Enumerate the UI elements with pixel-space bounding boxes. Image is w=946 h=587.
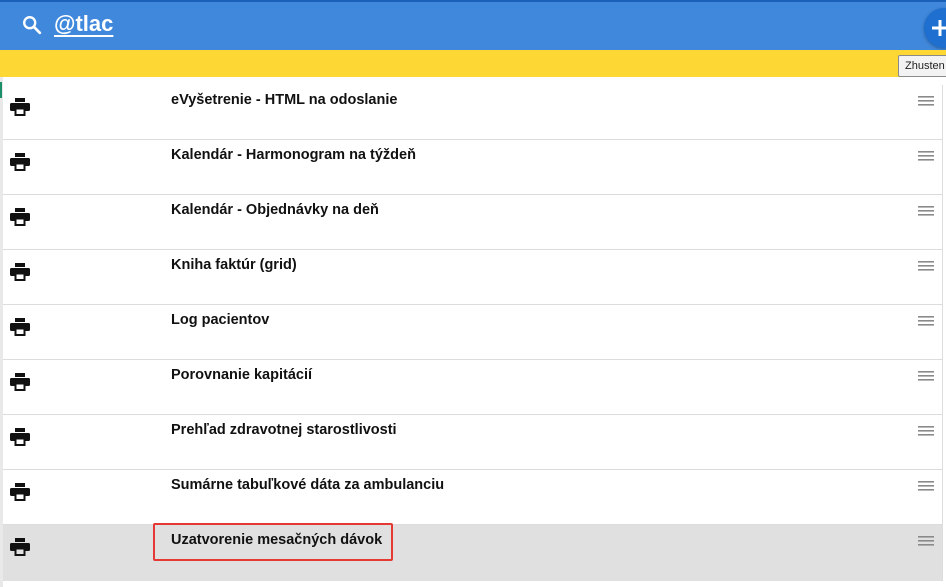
print-icon <box>10 428 30 446</box>
list-item[interactable]: Kalendár - Objednávky na deň <box>3 195 942 250</box>
list-item[interactable]: Sumárne tabuľkové dáta za ambulanciu <box>3 470 942 525</box>
list-item-label: Log pacientov <box>171 312 270 328</box>
drag-handle-icon[interactable] <box>918 259 934 271</box>
list-item-label: Porovnanie kapitácií <box>171 367 313 383</box>
drag-handle-icon[interactable] <box>918 149 934 161</box>
filter-bar <box>0 50 946 77</box>
print-icon <box>10 263 30 281</box>
highlight-box <box>153 523 393 561</box>
left-edge-marker <box>0 82 2 98</box>
list-item[interactable]: Kalendár - Harmonogram na týždeň <box>3 140 942 195</box>
drag-handle-icon[interactable] <box>918 369 934 381</box>
list-item-label: Kalendár - Harmonogram na týždeň <box>171 147 416 163</box>
list-item-label: Kniha faktúr (grid) <box>171 257 297 273</box>
condense-button[interactable]: Zhusten <box>898 55 946 77</box>
search-icon[interactable] <box>21 14 43 36</box>
print-icon <box>10 208 30 226</box>
list-item[interactable]: Kniha faktúr (grid) <box>3 250 942 305</box>
page: @tlac Zhusten eVyšetrenie - HTML na odos… <box>0 0 946 587</box>
list-item[interactable]: Log pacientov <box>3 305 942 360</box>
list-item-label: Kalendár - Objednávky na deň <box>171 202 379 218</box>
drag-handle-icon[interactable] <box>918 534 934 546</box>
drag-handle-icon[interactable] <box>918 204 934 216</box>
drag-handle-icon[interactable] <box>918 479 934 491</box>
list-item-selected[interactable]: Uzatvorenie mesačných dávok <box>3 525 942 581</box>
list-item-label: eVyšetrenie - HTML na odoslanie <box>171 92 398 108</box>
print-icon <box>10 318 30 336</box>
search-query[interactable]: @tlac <box>54 11 113 37</box>
list-item[interactable]: Porovnanie kapitácií <box>3 360 942 415</box>
list-item-label: Sumárne tabuľkové dáta za ambulanciu <box>171 477 445 493</box>
print-icon <box>10 153 30 171</box>
search-bar: @tlac <box>0 0 946 50</box>
list-item[interactable]: Prehľad zdravotnej starostlivosti <box>3 415 942 470</box>
drag-handle-icon[interactable] <box>918 94 934 106</box>
print-icon <box>10 483 30 501</box>
report-list: eVyšetrenie - HTML na odoslanie Kalendár… <box>3 85 943 581</box>
print-icon <box>10 98 30 116</box>
add-button[interactable] <box>924 8 946 48</box>
list-item[interactable]: eVyšetrenie - HTML na odoslanie <box>3 85 942 140</box>
drag-handle-icon[interactable] <box>918 424 934 436</box>
print-icon <box>10 538 30 556</box>
drag-handle-icon[interactable] <box>918 314 934 326</box>
list-item-label: Prehľad zdravotnej starostlivosti <box>171 422 397 438</box>
print-icon <box>10 373 30 391</box>
